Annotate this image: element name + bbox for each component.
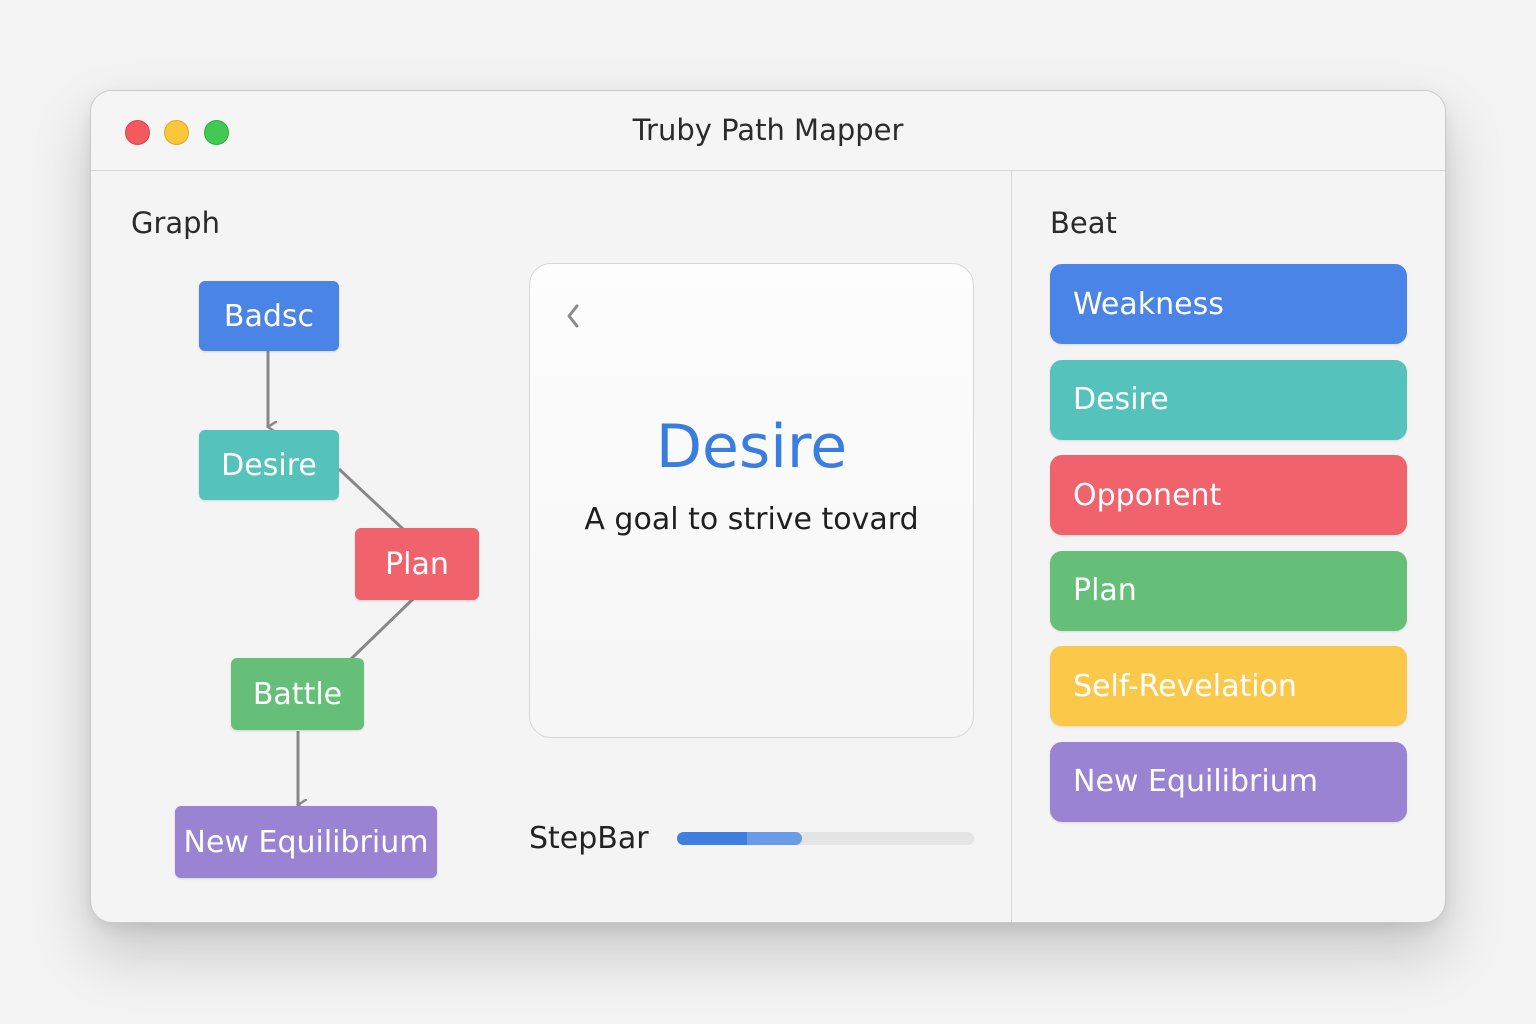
- graph-node-label: Badsc: [223, 298, 315, 334]
- panel-divider: [1011, 171, 1012, 922]
- window-title: Truby Path Mapper: [632, 113, 904, 147]
- edge-desire-plan: [337, 467, 405, 531]
- stepbar-track[interactable]: [677, 832, 974, 845]
- graph-node-new-equilibrium[interactable]: New Equilibrium: [175, 806, 437, 878]
- beat-item-weakness[interactable]: Weakness: [1050, 264, 1407, 344]
- beat-detail-card: Desire A goal to strive tovard: [529, 263, 974, 738]
- graph-node-badsc[interactable]: Badsc: [199, 281, 339, 351]
- title-bar: Truby Path Mapper: [91, 91, 1445, 171]
- graph-node-label: New Equilibrium: [183, 824, 429, 860]
- beat-item-label: Desire: [1073, 382, 1169, 418]
- beat-item-plan[interactable]: Plan: [1050, 550, 1407, 631]
- edge-plan-battle: [349, 597, 415, 661]
- graph-node-battle[interactable]: Battle: [231, 658, 364, 730]
- beat-item-new-equilibrium[interactable]: New Equilibrium: [1050, 741, 1407, 822]
- graph-node-plan[interactable]: Plan: [355, 528, 479, 600]
- beat-item-label: New Equilibrium: [1073, 764, 1318, 800]
- beat-item-label: Plan: [1073, 573, 1137, 609]
- graph-node-label: Plan: [385, 546, 449, 582]
- beat-item-label: Weakness: [1073, 286, 1224, 322]
- stepbar-label: StepBar: [529, 821, 649, 856]
- chevron-left-icon[interactable]: [560, 300, 586, 332]
- beat-list: Weakness Desire Opponent Plan Self-Revel…: [1050, 264, 1407, 838]
- beat-item-opponent[interactable]: Opponent: [1050, 455, 1407, 536]
- card-title: Desire: [655, 412, 848, 482]
- stepbar-completed-fill: [677, 832, 747, 845]
- app-window: Truby Path Mapper Graph Badsc Desire Pla…: [90, 90, 1446, 923]
- beat-item-desire[interactable]: Desire: [1050, 359, 1407, 440]
- beat-item-label: Self-Revelation: [1073, 668, 1297, 704]
- beat-item-self-revelation[interactable]: Self-Revelation: [1050, 646, 1407, 727]
- graph-node-label: Battle: [252, 676, 343, 712]
- beat-heading: Beat: [1050, 206, 1117, 240]
- graph-node-desire[interactable]: Desire: [199, 430, 339, 500]
- card-subtitle: A goal to strive tovard: [584, 502, 919, 537]
- beat-item-label: Opponent: [1073, 477, 1222, 513]
- graph-node-label: Desire: [221, 447, 317, 483]
